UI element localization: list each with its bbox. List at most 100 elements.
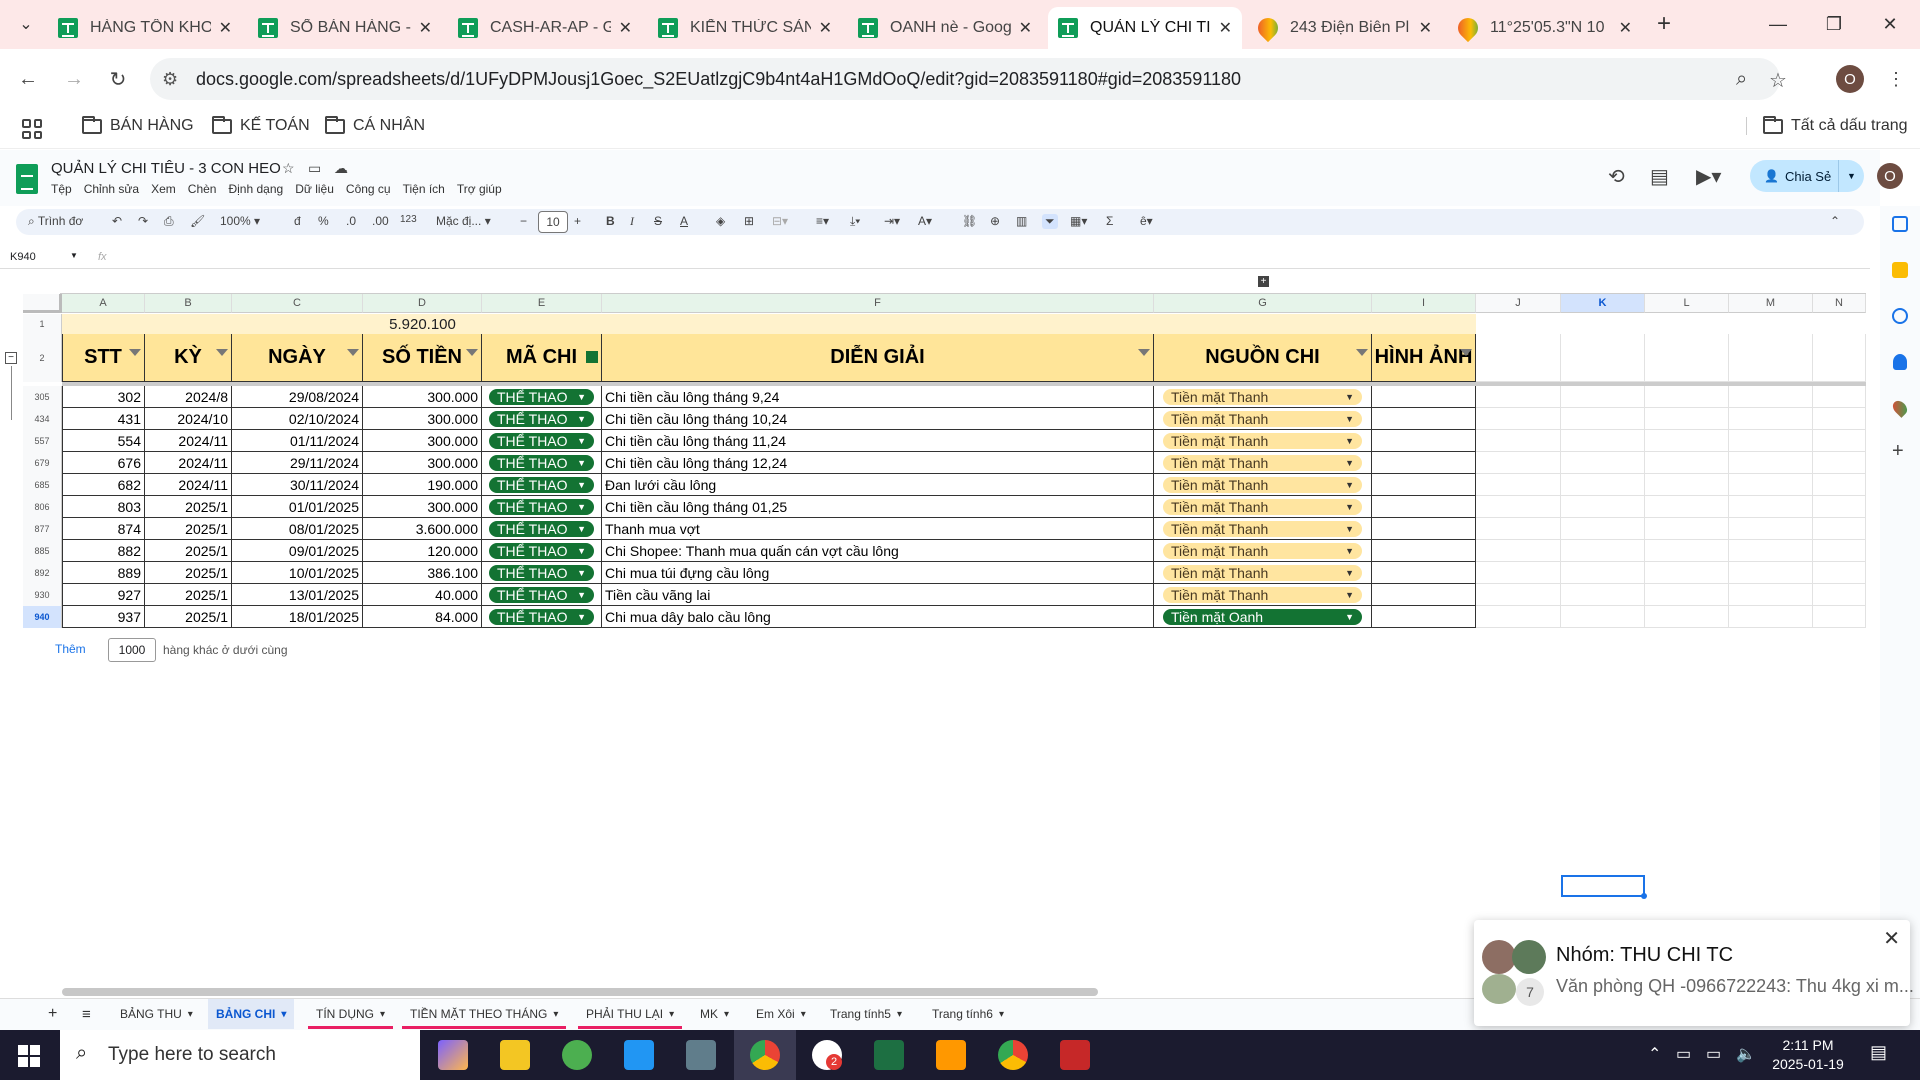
sheets-logo-icon[interactable] bbox=[16, 164, 38, 194]
add-addon-icon[interactable]: + bbox=[1892, 440, 1904, 463]
browser-tab-7[interactable]: 243 Điện Biên Pl ✕ bbox=[1248, 7, 1442, 49]
tray-network-icon[interactable]: ▭ bbox=[1676, 1044, 1691, 1064]
cell-nguon-chi[interactable]: Tiền mặt Thanh ▼ bbox=[1154, 430, 1372, 452]
zoom-icon[interactable]: ⌕ bbox=[1736, 68, 1747, 91]
browser-tab-3[interactable]: CASH-AR-AP - G ✕ bbox=[448, 7, 642, 49]
maps-side-icon[interactable] bbox=[1890, 398, 1910, 418]
cell-tien[interactable]: 386.100 bbox=[363, 562, 482, 584]
account-avatar[interactable]: O bbox=[1877, 163, 1903, 189]
zoom-select[interactable]: 100% ▾ bbox=[220, 214, 260, 228]
source-chip[interactable]: Tiền mặt Thanh ▼ bbox=[1163, 432, 1362, 449]
cell-ma-chi[interactable]: THỂ THAO ▼ bbox=[482, 584, 602, 606]
cell-dien-giai[interactable]: Chi tiền cầu lông tháng 9,24 bbox=[602, 386, 1154, 408]
source-chip[interactable]: Tiền mặt Thanh ▼ bbox=[1163, 520, 1362, 537]
close-tab-icon[interactable]: ✕ bbox=[1219, 18, 1232, 38]
menu-item-9[interactable]: Trợ giúp bbox=[457, 182, 502, 196]
empty-cell[interactable] bbox=[1645, 430, 1729, 452]
cell-dien-giai[interactable]: Chi Shopee: Thanh mua quấn cán vợt cầu l… bbox=[602, 540, 1154, 562]
cell-dien-giai[interactable]: Chi tiền cầu lông tháng 10,24 bbox=[602, 408, 1154, 430]
calculator-icon[interactable] bbox=[686, 1040, 716, 1070]
sheet-tab-menu-icon[interactable]: ▾ bbox=[380, 1009, 385, 1020]
input-tools-icon[interactable]: ê▾ bbox=[1140, 214, 1153, 228]
cell-nguon-chi[interactable]: Tiền mặt Thanh ▼ bbox=[1154, 386, 1372, 408]
cell-hinh-anh[interactable] bbox=[1372, 430, 1476, 452]
cell-nguon-chi[interactable]: Tiền mặt Thanh ▼ bbox=[1154, 540, 1372, 562]
empty-header-cell[interactable] bbox=[1476, 334, 1561, 382]
row-header-1[interactable]: 1 bbox=[23, 314, 62, 334]
source-chip[interactable]: Tiền mặt Thanh ▼ bbox=[1163, 498, 1362, 515]
empty-cell[interactable] bbox=[1561, 430, 1645, 452]
cell-hinh-anh[interactable] bbox=[1372, 584, 1476, 606]
bookmark-star-icon[interactable]: ☆ bbox=[1768, 68, 1788, 93]
cell-nguon-chi[interactable]: Tiền mặt Thanh ▼ bbox=[1154, 408, 1372, 430]
source-chip[interactable]: Tiền mặt Thanh ▼ bbox=[1163, 586, 1362, 603]
header-cell-8[interactable]: HÌNH ẢNH bbox=[1372, 334, 1476, 382]
cell-ky[interactable]: 2024/8 bbox=[145, 386, 232, 408]
empty-header-cell[interactable] bbox=[1645, 334, 1729, 382]
browser-tab-6[interactable]: QUẢN LÝ CHI TI ✕ bbox=[1048, 7, 1242, 49]
empty-cell[interactable] bbox=[1813, 430, 1866, 452]
column-header-k[interactable]: K bbox=[1561, 294, 1645, 313]
cell-tien[interactable]: 300.000 bbox=[363, 408, 482, 430]
currency-format-button[interactable]: đ bbox=[294, 214, 301, 228]
name-box[interactable]: K940 ▼ bbox=[10, 251, 80, 263]
collapse-toolbar-icon[interactable]: ⌃ bbox=[1830, 214, 1840, 228]
column-header-d[interactable]: D bbox=[363, 294, 482, 313]
font-size-input[interactable]: 10 bbox=[538, 211, 568, 233]
empty-cell[interactable] bbox=[1561, 452, 1645, 474]
empty-cell[interactable] bbox=[1476, 562, 1561, 584]
notification-close-icon[interactable]: ✕ bbox=[1883, 926, 1900, 951]
browser-tab-1[interactable]: HÀNG TỒN KHO ✕ bbox=[48, 7, 242, 49]
cell-stt[interactable]: 302 bbox=[62, 386, 145, 408]
category-chip[interactable]: THỂ THAO ▼ bbox=[489, 410, 594, 427]
cell-ma-chi[interactable]: THỂ THAO ▼ bbox=[482, 562, 602, 584]
cell-ma-chi[interactable]: THỂ THAO ▼ bbox=[482, 474, 602, 496]
cell-ma-chi[interactable]: THỂ THAO ▼ bbox=[482, 496, 602, 518]
close-tab-icon[interactable]: ✕ bbox=[219, 18, 232, 38]
empty-header-cell[interactable] bbox=[1729, 334, 1813, 382]
cell-ky[interactable]: 2025/1 bbox=[145, 540, 232, 562]
column-header-l[interactable]: L bbox=[1645, 294, 1729, 313]
tray-volume-icon[interactable]: 🔈 bbox=[1736, 1044, 1756, 1064]
cell-ngay[interactable]: 09/01/2025 bbox=[232, 540, 363, 562]
cell-tien[interactable]: 300.000 bbox=[363, 452, 482, 474]
filter-dropdown-icon[interactable] bbox=[129, 349, 141, 356]
profile-avatar[interactable]: O bbox=[1836, 65, 1864, 93]
add-rows-count-input[interactable]: 1000 bbox=[108, 638, 156, 662]
empty-header-cell[interactable] bbox=[1561, 334, 1645, 382]
cell-dien-giai[interactable]: Đan lưới cầu lông bbox=[602, 474, 1154, 496]
snipping-tool-icon[interactable] bbox=[1060, 1040, 1090, 1070]
menu-item-8[interactable]: Tiện ích bbox=[403, 182, 445, 196]
sheet-tab-menu-icon[interactable]: ▾ bbox=[188, 1009, 193, 1020]
menu-item-4[interactable]: Chèn bbox=[188, 182, 217, 196]
cell-ky[interactable]: 2025/1 bbox=[145, 606, 232, 628]
empty-cell[interactable] bbox=[1476, 430, 1561, 452]
menu-item-2[interactable]: Chỉnh sửa bbox=[84, 182, 139, 196]
filter-active-icon[interactable] bbox=[586, 351, 598, 363]
site-settings-icon[interactable]: ⚙ bbox=[162, 69, 178, 90]
source-chip[interactable]: Tiền mặt Thanh ▼ bbox=[1163, 454, 1362, 471]
empty-cell[interactable] bbox=[1476, 606, 1561, 628]
sheet-tab-menu-icon[interactable]: ▾ bbox=[801, 1009, 806, 1020]
filter-dropdown-icon[interactable] bbox=[1138, 349, 1150, 356]
cell-hinh-anh[interactable] bbox=[1372, 408, 1476, 430]
column-header-c[interactable]: C bbox=[232, 294, 363, 313]
close-tab-icon[interactable]: ✕ bbox=[819, 18, 832, 38]
cell-ngay[interactable]: 08/01/2025 bbox=[232, 518, 363, 540]
cell-ky[interactable]: 2024/11 bbox=[145, 474, 232, 496]
empty-cell[interactable] bbox=[1729, 606, 1813, 628]
close-tab-icon[interactable]: ✕ bbox=[619, 18, 632, 38]
header-cell-3[interactable]: NGÀY bbox=[232, 334, 363, 382]
chrome-icon[interactable] bbox=[750, 1040, 780, 1070]
all-sheets-icon[interactable]: ≡ bbox=[74, 999, 99, 1029]
total-amount-cell[interactable]: 5.920.100 bbox=[363, 314, 482, 334]
print-icon[interactable]: ⎙ bbox=[164, 214, 174, 229]
sheet-tab-7[interactable]: Em Xôi ▾ bbox=[748, 999, 814, 1029]
sheet-tab-menu-icon[interactable]: ▾ bbox=[724, 1009, 729, 1020]
cell-ky[interactable]: 2024/11 bbox=[145, 452, 232, 474]
document-title[interactable]: QUẢN LÝ CHI TIÊU - 3 CON HEO bbox=[51, 160, 281, 177]
text-wrap-icon[interactable]: ⇥▾ bbox=[884, 214, 900, 228]
empty-cell[interactable] bbox=[1729, 386, 1813, 408]
insert-comment-icon[interactable]: ⊕ bbox=[990, 214, 1000, 228]
empty-cell[interactable] bbox=[1476, 584, 1561, 606]
